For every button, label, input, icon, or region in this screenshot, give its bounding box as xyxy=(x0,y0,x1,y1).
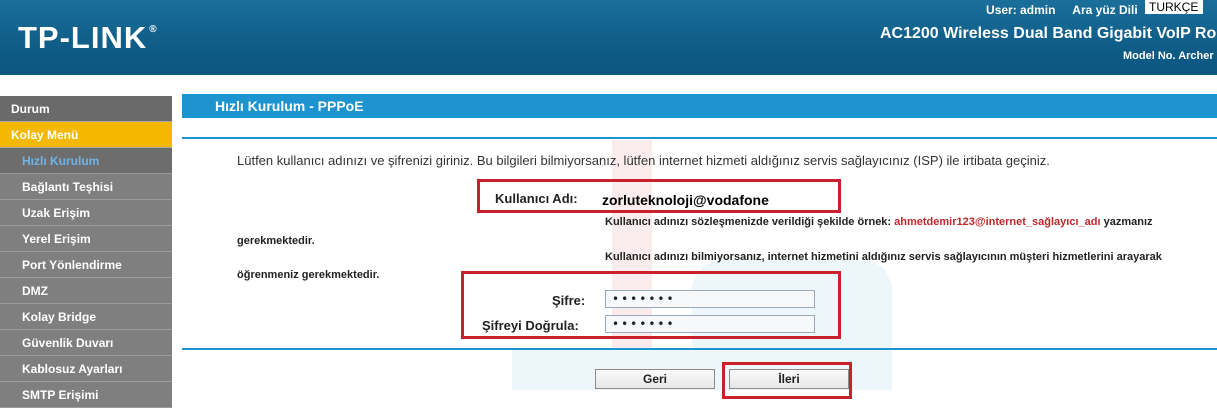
instruction-text: Lütfen kullanıcı adınızı ve şifrenizi gi… xyxy=(237,153,1050,168)
header-banner: TP-LINK ® User: admin Ara yüz Dili TURKÇE… xyxy=(0,0,1217,75)
sidebar-item-kolay-bridge[interactable]: Kolay Bridge xyxy=(0,304,172,330)
tp-link-logo: TP-LINK ® xyxy=(18,20,158,56)
hint-suffix: yazmanız xyxy=(1103,216,1153,228)
language-select[interactable]: TURKÇE xyxy=(1145,0,1203,14)
sidebar-item-port-yonlendirme[interactable]: Port Yönlendirme xyxy=(0,252,172,278)
sidebar-item-kablosuz-ayarlari[interactable]: Kablosuz Ayarları xyxy=(0,356,172,382)
logo-text: TP-LINK xyxy=(18,20,148,55)
hint-example: ahmetdemir123@internet_sağlayıcı_adı xyxy=(894,216,1101,228)
model-number: Model No. Archer VR400 xyxy=(1123,50,1217,62)
background-watermark-graphic xyxy=(512,140,892,390)
sidebar-item-uzak-erisim[interactable]: Uzak Erişim xyxy=(0,200,172,226)
section-divider-top xyxy=(182,137,1217,139)
sidebar-item-durum[interactable]: Durum xyxy=(0,96,172,122)
back-button[interactable]: Geri xyxy=(595,369,715,389)
page-title: Hızlı Kurulum - PPPoE xyxy=(182,94,1217,118)
sidebar-item-dmz[interactable]: DMZ xyxy=(0,278,172,304)
password-highlight-box xyxy=(461,271,841,339)
header-topline: User: admin Ara yüz Dili TURKÇE xyxy=(986,0,1217,17)
next-button-highlight-box xyxy=(722,362,852,399)
username-hint-line2: Kullanıcı adınızı bilmiyorsanız, interne… xyxy=(605,251,1162,263)
sidebar-menu: Durum Kolay Menü Hızlı Kurulum Bağlantı … xyxy=(0,75,172,408)
sidebar-gap xyxy=(0,75,172,96)
username-highlight-box xyxy=(477,179,841,213)
sidebar-item-hizli-kurulum[interactable]: Hızlı Kurulum xyxy=(0,148,172,174)
main-content: Hızlı Kurulum - PPPoE Lütfen kullanıcı a… xyxy=(172,75,1217,408)
sidebar-item-yerel-erisim[interactable]: Yerel Erişim xyxy=(0,226,172,252)
user-info: User: admin xyxy=(986,3,1056,17)
product-name: AC1200 Wireless Dual Band Gigabit VoIP R… xyxy=(880,25,1217,42)
username-hint-line1-wrap: gerekmektedir. xyxy=(237,235,315,247)
username-hint-line2-wrap: öğrenmeniz gerekmektedir. xyxy=(237,269,380,281)
sidebar-item-kolay-menu[interactable]: Kolay Menü xyxy=(0,122,172,148)
hint-prefix: Kullanıcı adınızı sözleşmenizde verildiğ… xyxy=(605,216,892,228)
language-label: Ara yüz Dili xyxy=(1072,3,1138,17)
sidebar-item-baglanti-teshisi[interactable]: Bağlantı Teşhisi xyxy=(0,174,172,200)
username-hint-line1: Kullanıcı adınızı sözleşmenizde verildiğ… xyxy=(605,216,1153,228)
sidebar-item-guvenlik-duvari[interactable]: Güvenlik Duvarı xyxy=(0,330,172,356)
section-divider-bottom xyxy=(182,348,1217,350)
sidebar-item-smtp-erisimi[interactable]: SMTP Erişimi xyxy=(0,382,172,408)
registered-mark: ® xyxy=(149,24,158,35)
